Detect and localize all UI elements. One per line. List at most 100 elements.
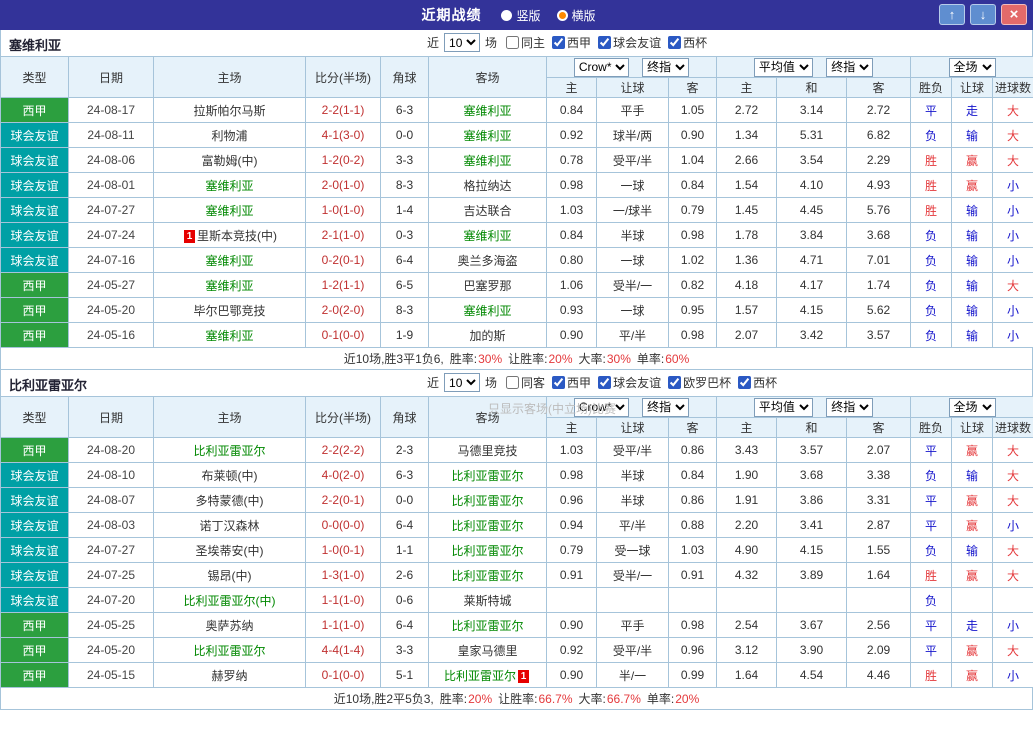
red-card-badge: 1 xyxy=(184,229,195,243)
same-venue-checkbox[interactable] xyxy=(506,36,520,49)
team-name-link[interactable]: 马德里竞技 xyxy=(457,444,517,458)
score-link[interactable]: 2-2(1-1) xyxy=(322,103,365,117)
team-name-link[interactable]: 比利亚雷亚尔 xyxy=(444,669,516,683)
team-name-link[interactable]: 圣埃蒂安(中) xyxy=(196,544,264,558)
cell-asian-away: 0.98 xyxy=(667,222,718,248)
s0-company-select[interactable]: Crow* xyxy=(573,57,629,77)
team-name-link[interactable]: 塞维利亚 xyxy=(205,179,253,193)
team-name-link[interactable]: 比利亚雷亚尔(中) xyxy=(184,594,276,608)
score-link[interactable]: 1-0(0-1) xyxy=(322,543,365,557)
move-down-button[interactable]: ↓ xyxy=(970,4,996,25)
cell-home-team: 布莱顿(中) xyxy=(153,462,306,488)
league-filter-3-checkbox[interactable] xyxy=(738,376,752,389)
score-link[interactable]: 0-2(0-1) xyxy=(322,253,365,267)
s1-scope-select[interactable]: 全场 xyxy=(948,397,996,417)
match-count-select[interactable]: 10 xyxy=(444,373,481,392)
score-link[interactable]: 0-1(0-0) xyxy=(322,668,365,682)
cell-result-goals: 小 xyxy=(992,662,1033,688)
score-link[interactable]: 0-0(0-0) xyxy=(322,518,365,532)
team-name-link[interactable]: 拉斯帕尔马斯 xyxy=(193,104,265,118)
match-count-select[interactable]: 10 xyxy=(444,33,481,52)
s1-euro-time-select[interactable]: 终指 xyxy=(826,397,874,417)
score-link[interactable]: 1-0(1-0) xyxy=(322,203,365,217)
team-name-link[interactable]: 比利亚雷亚尔 xyxy=(193,444,265,458)
cell-result-handicap: 赢 xyxy=(951,512,994,538)
team-name-link[interactable]: 塞维利亚 xyxy=(463,304,511,318)
team-name-link[interactable]: 塞维利亚 xyxy=(205,254,253,268)
cell-asian-home: 0.92 xyxy=(546,637,597,663)
cell-result-goals: 大 xyxy=(992,537,1033,563)
score-link[interactable]: 4-4(1-4) xyxy=(322,643,365,657)
cell-result-goals: 大 xyxy=(992,462,1033,488)
league-filter-2-checkbox[interactable] xyxy=(668,376,682,389)
league-filter-1: 球会友谊 xyxy=(598,374,661,391)
league-filter-1-checkbox[interactable] xyxy=(598,376,612,389)
team-name-link[interactable]: 加的斯 xyxy=(469,329,505,343)
league-filter-2-checkbox[interactable] xyxy=(668,36,682,49)
team-name-link[interactable]: 莱斯特城 xyxy=(463,594,511,608)
team-name-link[interactable]: 比利亚雷亚尔 xyxy=(451,569,523,583)
team-name-link[interactable]: 里斯本竞技(中) xyxy=(197,229,277,243)
score-link[interactable]: 2-2(2-2) xyxy=(322,443,365,457)
team-name-link[interactable]: 比利亚雷亚尔 xyxy=(451,519,523,533)
team-name-link[interactable]: 巴塞罗那 xyxy=(463,279,511,293)
team-name-link[interactable]: 锡昂(中) xyxy=(208,569,252,583)
league-filter-1-checkbox[interactable] xyxy=(598,36,612,49)
team-name-link[interactable]: 塞维利亚 xyxy=(463,104,511,118)
team-name-link[interactable]: 利物浦 xyxy=(211,129,247,143)
team-name-link[interactable]: 赫罗纳 xyxy=(211,669,247,683)
score-link[interactable]: 4-1(3-0) xyxy=(322,128,365,142)
team-name-link[interactable]: 塞维利亚 xyxy=(205,329,253,343)
team-name-link[interactable]: 格拉纳达 xyxy=(463,179,511,193)
score-link[interactable]: 1-1(1-0) xyxy=(322,593,365,607)
team-name-link[interactable]: 诺丁汉森林 xyxy=(199,519,259,533)
score-link[interactable]: 2-0(2-0) xyxy=(322,303,365,317)
s0-scope-select[interactable]: 全场 xyxy=(948,57,996,77)
team-name-link[interactable]: 多特蒙德(中) xyxy=(196,494,264,508)
score-link[interactable]: 2-2(0-1) xyxy=(322,493,365,507)
score-link[interactable]: 4-0(2-0) xyxy=(322,468,365,482)
cell-euro-away xyxy=(846,587,912,613)
score-link[interactable]: 1-2(1-1) xyxy=(322,278,365,292)
team-name-link[interactable]: 比利亚雷亚尔 xyxy=(451,469,523,483)
team-name-link[interactable]: 塞维利亚 xyxy=(205,279,253,293)
team-name-link[interactable]: 毕尔巴鄂竞技 xyxy=(193,304,265,318)
summary-stat-label: 胜率: xyxy=(439,692,468,706)
s0-euro-time-select[interactable]: 终指 xyxy=(826,57,874,77)
cell-asian-home: 0.78 xyxy=(546,147,597,173)
team-name-link[interactable]: 塞维利亚 xyxy=(463,154,511,168)
score-link[interactable]: 2-1(1-0) xyxy=(322,228,365,242)
score-link[interactable]: 1-2(0-2) xyxy=(322,153,365,167)
s1-euro-company-select[interactable]: 平均值 xyxy=(753,397,813,417)
team-name-link[interactable]: 布莱顿(中) xyxy=(202,469,258,483)
move-up-button[interactable]: ↑ xyxy=(939,4,965,25)
radio-horizontal-layout[interactable]: 横版 xyxy=(556,7,596,24)
near-label: 近 xyxy=(427,36,440,50)
cell-asian-away: 0.84 xyxy=(667,172,718,198)
team-name-link[interactable]: 比利亚雷亚尔 xyxy=(193,644,265,658)
team-name-link[interactable]: 比利亚雷亚尔 xyxy=(451,544,523,558)
s0-euro-company-select[interactable]: 平均值 xyxy=(753,57,813,77)
league-filter-0-checkbox[interactable] xyxy=(552,36,566,49)
team-name-link[interactable]: 塞维利亚 xyxy=(205,204,253,218)
team-name-link[interactable]: 皇家马德里 xyxy=(457,644,517,658)
team-name-link[interactable]: 富勒姆(中) xyxy=(202,154,258,168)
score-link[interactable]: 1-3(1-0) xyxy=(322,568,365,582)
team-name-link[interactable]: 比利亚雷亚尔 xyxy=(451,619,523,633)
score-link[interactable]: 1-1(1-0) xyxy=(322,618,365,632)
team-name-link[interactable]: 塞维利亚 xyxy=(463,229,511,243)
close-button[interactable]: × xyxy=(1001,4,1027,25)
s1-company-select[interactable]: Crow* xyxy=(573,397,629,417)
team-name-link[interactable]: 奥兰多海盗 xyxy=(457,254,517,268)
s0-asian-time-select[interactable]: 终指 xyxy=(642,57,690,77)
score-link[interactable]: 2-0(1-0) xyxy=(322,178,365,192)
league-filter-0-checkbox[interactable] xyxy=(552,376,566,389)
score-link[interactable]: 0-1(0-0) xyxy=(322,328,365,342)
team-name-link[interactable]: 奥萨苏纳 xyxy=(205,619,253,633)
radio-vertical-layout[interactable]: 竖版 xyxy=(501,7,541,24)
s1-asian-time-select[interactable]: 终指 xyxy=(642,397,690,417)
same-venue-checkbox[interactable] xyxy=(506,376,520,389)
team-name-link[interactable]: 塞维利亚 xyxy=(463,129,511,143)
team-name-link[interactable]: 吉达联合 xyxy=(463,204,511,218)
team-name-link[interactable]: 比利亚雷亚尔 xyxy=(451,494,523,508)
